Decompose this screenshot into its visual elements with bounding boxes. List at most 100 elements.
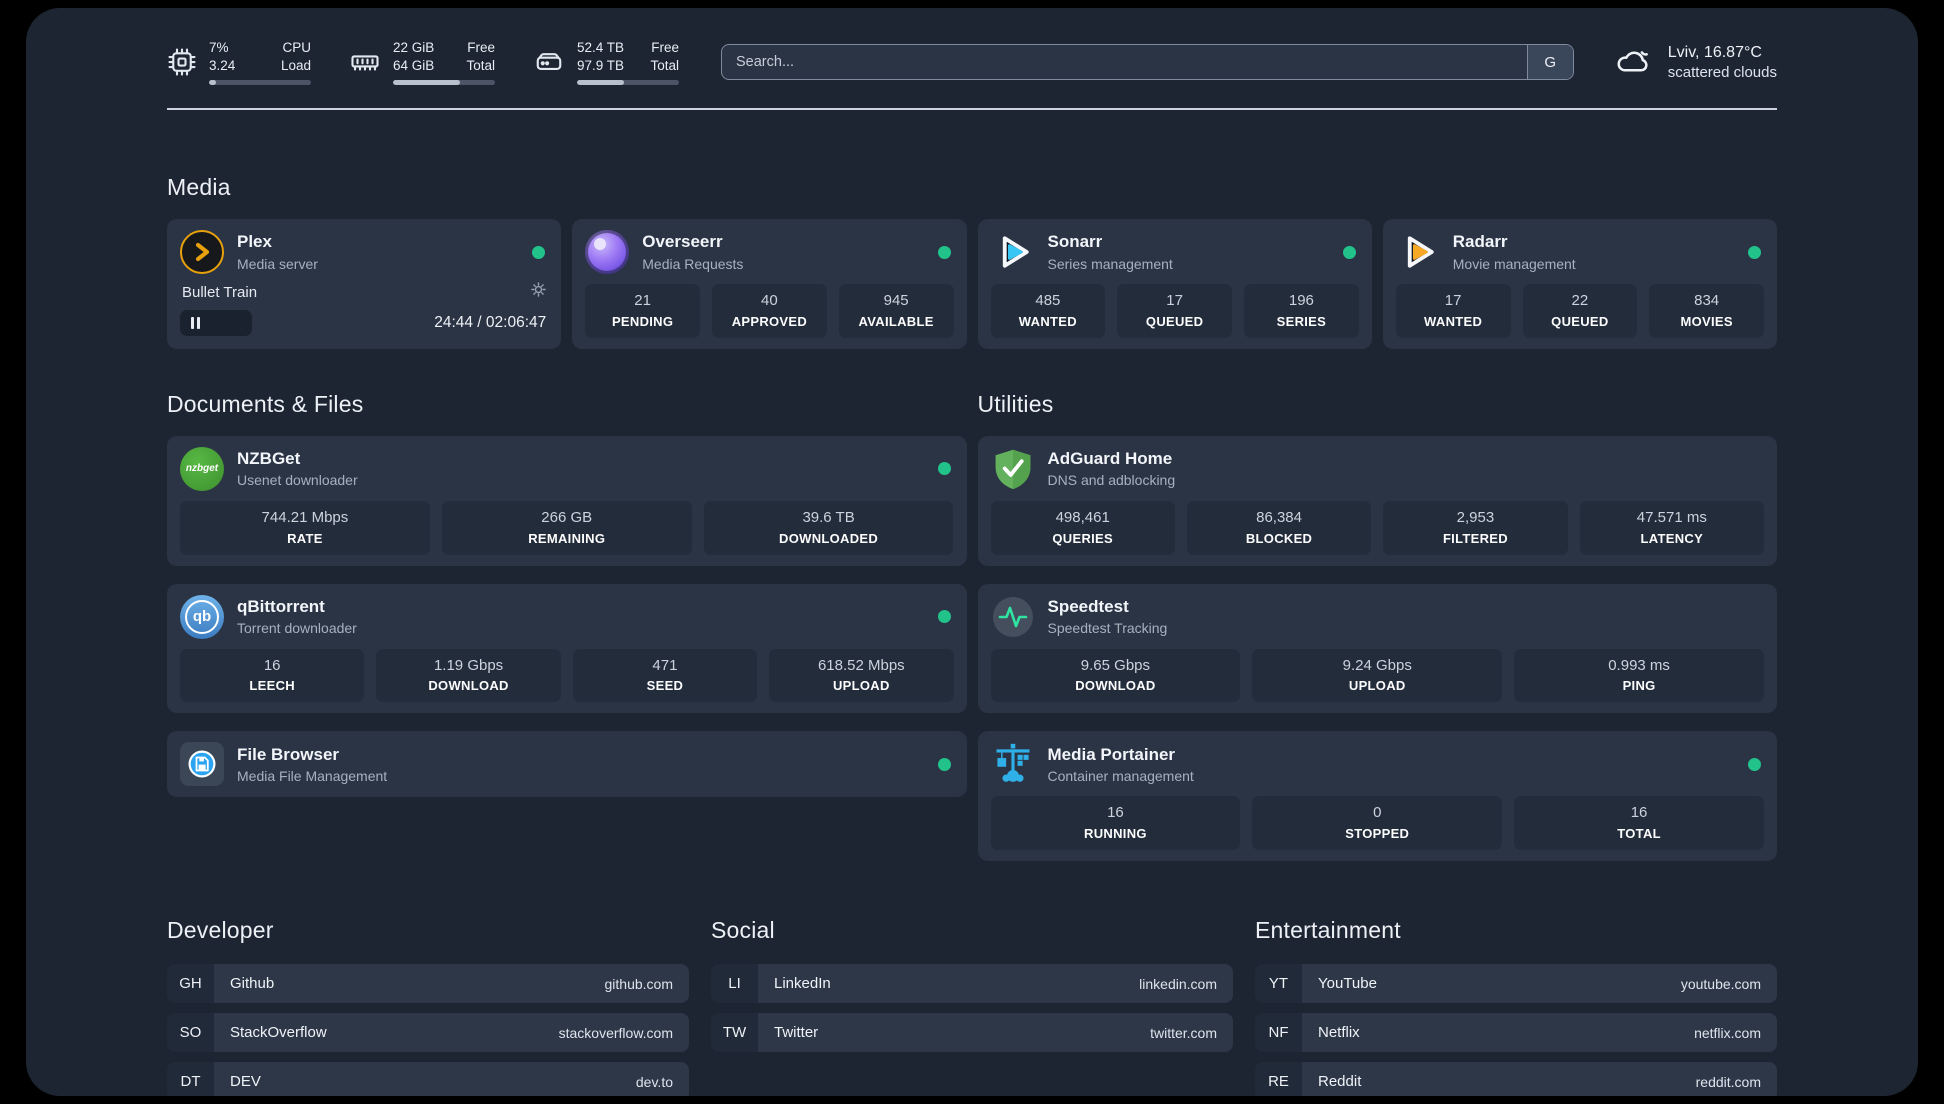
bookmark-name: Github: [230, 975, 275, 992]
section-title-utilities: Utilities: [977, 390, 1054, 417]
bookmark-group-social: Social LI LinkedIn linkedin.com TW Twitt…: [711, 917, 1233, 1096]
app-card-nzbget[interactable]: nzbget NZBGet Usenet downloader 744.21 M…: [167, 435, 967, 566]
bookmark-abbr: RE: [1255, 1062, 1302, 1096]
app-card-filebrowser[interactable]: File Browser Media File Management: [167, 731, 967, 798]
stat-tile: 266 GB REMAINING: [441, 500, 692, 555]
bookmark-twitter[interactable]: TW Twitter twitter.com: [711, 1013, 1233, 1052]
bookmark-url: dev.to: [635, 1073, 673, 1090]
ram-progress-bar: [393, 79, 495, 85]
app-description: Usenet downloader: [237, 472, 358, 489]
stat-tile: 834 MOVIES: [1649, 284, 1764, 338]
app-description: Torrent downloader: [237, 620, 357, 637]
app-description: Movie management: [1452, 255, 1576, 272]
speedtest-icon: [991, 595, 1035, 639]
ram-total-label: Total: [466, 58, 495, 73]
weather-location: Lviv, 16.87°C: [1667, 43, 1762, 61]
bookmark-abbr: LI: [711, 964, 758, 1003]
app-description: Media server: [237, 255, 318, 272]
bookmark-github[interactable]: GH Github github.com: [167, 964, 689, 1003]
bookmark-abbr: YT: [1255, 964, 1302, 1003]
stat-tile: 196 SERIES: [1244, 284, 1359, 338]
bookmark-group-entertainment: Entertainment YT YouTube youtube.com NF …: [1255, 917, 1777, 1096]
bookmark-name: StackOverflow: [230, 1024, 327, 1041]
bookmark-stackoverflow[interactable]: SO StackOverflow stackoverflow.com: [167, 1013, 689, 1052]
app-card-radarr[interactable]: Radarr Movie management 17 WANTED 22 QUE…: [1382, 219, 1777, 349]
radarr-icon: [1396, 230, 1440, 274]
bookmark-name: YouTube: [1318, 975, 1377, 992]
bookmark-url: youtube.com: [1680, 975, 1761, 992]
app-name: qBittorrent: [237, 596, 325, 616]
weather-widget[interactable]: Lviv, 16.87°C scattered clouds: [1612, 41, 1777, 84]
bookmark-name: LinkedIn: [774, 975, 831, 992]
system-stats: 7% 3.24 CPU Load 22 GiB 64 GiB Free Tota…: [167, 39, 679, 85]
bookmark-name: Twitter: [774, 1024, 819, 1041]
search-input[interactable]: [721, 44, 1574, 80]
gear-icon[interactable]: [531, 282, 547, 302]
media-grid: Plex Media server Bullet Train 24:44 / 0…: [167, 219, 1777, 349]
stat-tile: 39.6 TB DOWNLOADED: [703, 500, 954, 555]
cpu-load-label: Load: [280, 58, 311, 73]
cpu-icon: [167, 47, 197, 77]
nzbget-icon: nzbget: [180, 446, 224, 491]
stat-tile: 16 LEECH: [180, 648, 365, 703]
stat-tile: 0 STOPPED: [1252, 796, 1503, 850]
pause-icon: [191, 317, 200, 329]
app-card-qbittorrent[interactable]: qb qBittorrent Torrent downloader 16 LEE…: [167, 583, 967, 714]
section-title-entertainment: Entertainment: [1255, 917, 1401, 943]
bookmark-abbr: SO: [167, 1013, 214, 1052]
adguard-icon: [991, 447, 1035, 491]
stat-tile: 498,461 QUERIES: [990, 500, 1175, 555]
media-player-bar: 24:44 / 02:06:47: [180, 310, 548, 336]
bookmark-reddit[interactable]: RE Reddit reddit.com: [1255, 1062, 1777, 1096]
cpu-load-value: 3.24: [209, 58, 236, 73]
app-name: Plex: [237, 232, 272, 252]
app-card-speedtest[interactable]: Speedtest Speedtest Tracking 9.65 Gbps D…: [977, 583, 1777, 714]
section-title-social: Social: [711, 917, 775, 943]
bookmark-dev[interactable]: DT DEV dev.to: [167, 1062, 689, 1096]
disk-progress-bar: [577, 79, 679, 85]
cloud-icon: [1612, 41, 1654, 84]
bookmark-url: netflix.com: [1694, 1024, 1761, 1041]
stat-tile: 471 SEED: [572, 648, 758, 703]
search-provider-button[interactable]: G: [1526, 45, 1573, 79]
ram-free-label: Free: [467, 40, 495, 56]
stat-tile: 47.571 ms LATENCY: [1579, 500, 1764, 555]
bookmark-name: Netflix: [1318, 1024, 1360, 1041]
documents-column: Documents & Files nzbget NZBGet Usenet d…: [167, 391, 967, 861]
app-description: Media Requests: [642, 255, 744, 272]
top-bar: 7% 3.24 CPU Load 22 GiB 64 GiB Free Tota…: [167, 34, 1777, 90]
bookmark-abbr: GH: [167, 964, 214, 1003]
stat-tile: 16 TOTAL: [1514, 796, 1764, 850]
app-card-sonarr[interactable]: Sonarr Series management 485 WANTED 17 Q…: [977, 219, 1372, 349]
play-pause-button[interactable]: [180, 310, 252, 336]
status-dot: [937, 462, 951, 476]
app-card-portainer[interactable]: Media Portainer Container management 16 …: [977, 731, 1777, 861]
now-playing-title: Bullet Train: [182, 283, 258, 301]
status-dot: [1342, 245, 1356, 259]
bookmark-youtube[interactable]: YT YouTube youtube.com: [1255, 964, 1777, 1003]
app-card-overseerr[interactable]: Overseerr Media Requests 21 PENDING 40 A…: [572, 219, 967, 349]
bookmark-name: Reddit: [1318, 1073, 1362, 1090]
ram-stat: 22 GiB 64 GiB Free Total: [349, 39, 495, 85]
plex-icon: [180, 230, 224, 274]
disk-total-label: Total: [650, 58, 679, 73]
section-title-developer: Developer: [167, 917, 274, 943]
status-dot: [937, 245, 951, 259]
qbittorrent-icon: qb: [180, 594, 224, 639]
bookmark-url: stackoverflow.com: [558, 1024, 673, 1041]
bookmark-netflix[interactable]: NF Netflix netflix.com: [1255, 1013, 1777, 1052]
disk-total-value: 97.9 TB: [577, 58, 625, 73]
app-description: Container management: [1047, 767, 1194, 784]
stat-tile: 22 QUEUED: [1522, 284, 1638, 338]
bookmark-linkedin[interactable]: LI LinkedIn linkedin.com: [711, 964, 1233, 1003]
disk-icon: [533, 47, 565, 77]
section-title-media: Media: [167, 174, 231, 200]
app-card-plex[interactable]: Plex Media server Bullet Train 24:44 / 0…: [167, 219, 562, 349]
stat-tile: 2,953 FILTERED: [1383, 500, 1568, 555]
app-name: Overseerr: [642, 232, 723, 252]
app-name: Sonarr: [1047, 232, 1103, 252]
app-card-adguard[interactable]: AdGuard Home DNS and adblocking 498,461 …: [977, 435, 1777, 566]
status-dot: [937, 610, 951, 623]
stat-tile: 945 AVAILABLE: [838, 284, 954, 338]
disk-stat: 52.4 TB 97.9 TB Free Total: [533, 39, 679, 85]
